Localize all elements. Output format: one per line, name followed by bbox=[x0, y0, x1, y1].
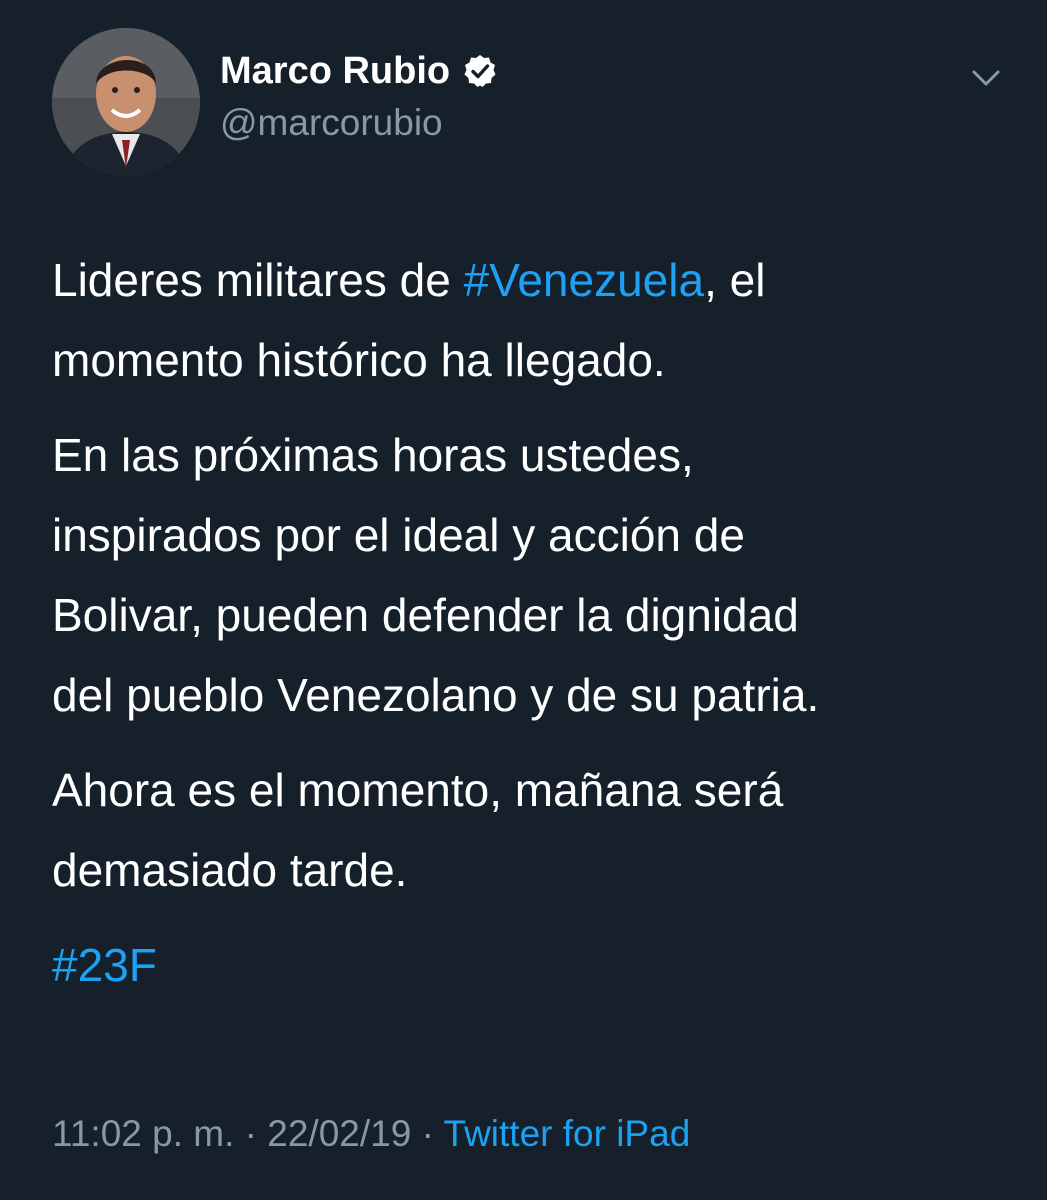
author-name-text: Marco Rubio bbox=[220, 50, 451, 92]
hashtag-link[interactable]: #23F bbox=[52, 925, 1012, 1005]
tweet-line: inspirados por el ideal y acción de bbox=[52, 509, 745, 561]
tweet-line: demasiado tarde. bbox=[52, 844, 408, 896]
chevron-down-icon[interactable] bbox=[966, 60, 1006, 96]
tweet-text-segment: , el bbox=[704, 254, 766, 306]
tweet-paragraph-1: Lideres militares de #Venezuela, el mome… bbox=[52, 240, 1012, 400]
tweet-text-segment: Lideres militares de bbox=[52, 254, 464, 306]
tweet-text: Lideres militares de #Venezuela, el mome… bbox=[52, 240, 1012, 1020]
tweet-time[interactable]: 11:02 p. m. bbox=[52, 1113, 234, 1154]
tweet-line: Bolivar, pueden defender la dignidad bbox=[52, 589, 799, 641]
tweet-line: momento histórico ha llegado. bbox=[52, 334, 666, 386]
tweet-paragraph-4: #23F bbox=[52, 925, 1012, 1005]
tweet-line: del pueblo Venezolano y de su patria. bbox=[52, 669, 820, 721]
tweet-line: Ahora es el momento, mañana será bbox=[52, 764, 784, 816]
meta-separator: · bbox=[234, 1113, 268, 1154]
tweet-card: Marco Rubio @marcorubio Lideres militare… bbox=[0, 0, 1047, 1200]
tweet-paragraph-3: Ahora es el momento, mañana será demasia… bbox=[52, 750, 1012, 910]
verified-badge-icon bbox=[464, 55, 496, 87]
tweet-paragraph-2: En las próximas horas ustedes, inspirado… bbox=[52, 415, 1012, 735]
tweet-line: En las próximas horas ustedes, bbox=[52, 429, 694, 481]
tweet-source-link[interactable]: Twitter for iPad bbox=[444, 1113, 691, 1154]
avatar[interactable] bbox=[52, 28, 200, 176]
meta-separator: · bbox=[411, 1113, 444, 1154]
author-handle[interactable]: @marcorubio bbox=[220, 100, 443, 146]
tweet-date[interactable]: 22/02/19 bbox=[267, 1113, 411, 1154]
tweet-line: Lideres militares de #Venezuela, el bbox=[52, 240, 1012, 320]
avatar-photo-icon bbox=[52, 28, 200, 176]
author-display-name[interactable]: Marco Rubio bbox=[220, 48, 498, 94]
tweet-metadata: 11:02 p. m. · 22/02/19 · Twitter for iPa… bbox=[52, 1106, 690, 1162]
hashtag-link[interactable]: #Venezuela bbox=[464, 254, 704, 306]
